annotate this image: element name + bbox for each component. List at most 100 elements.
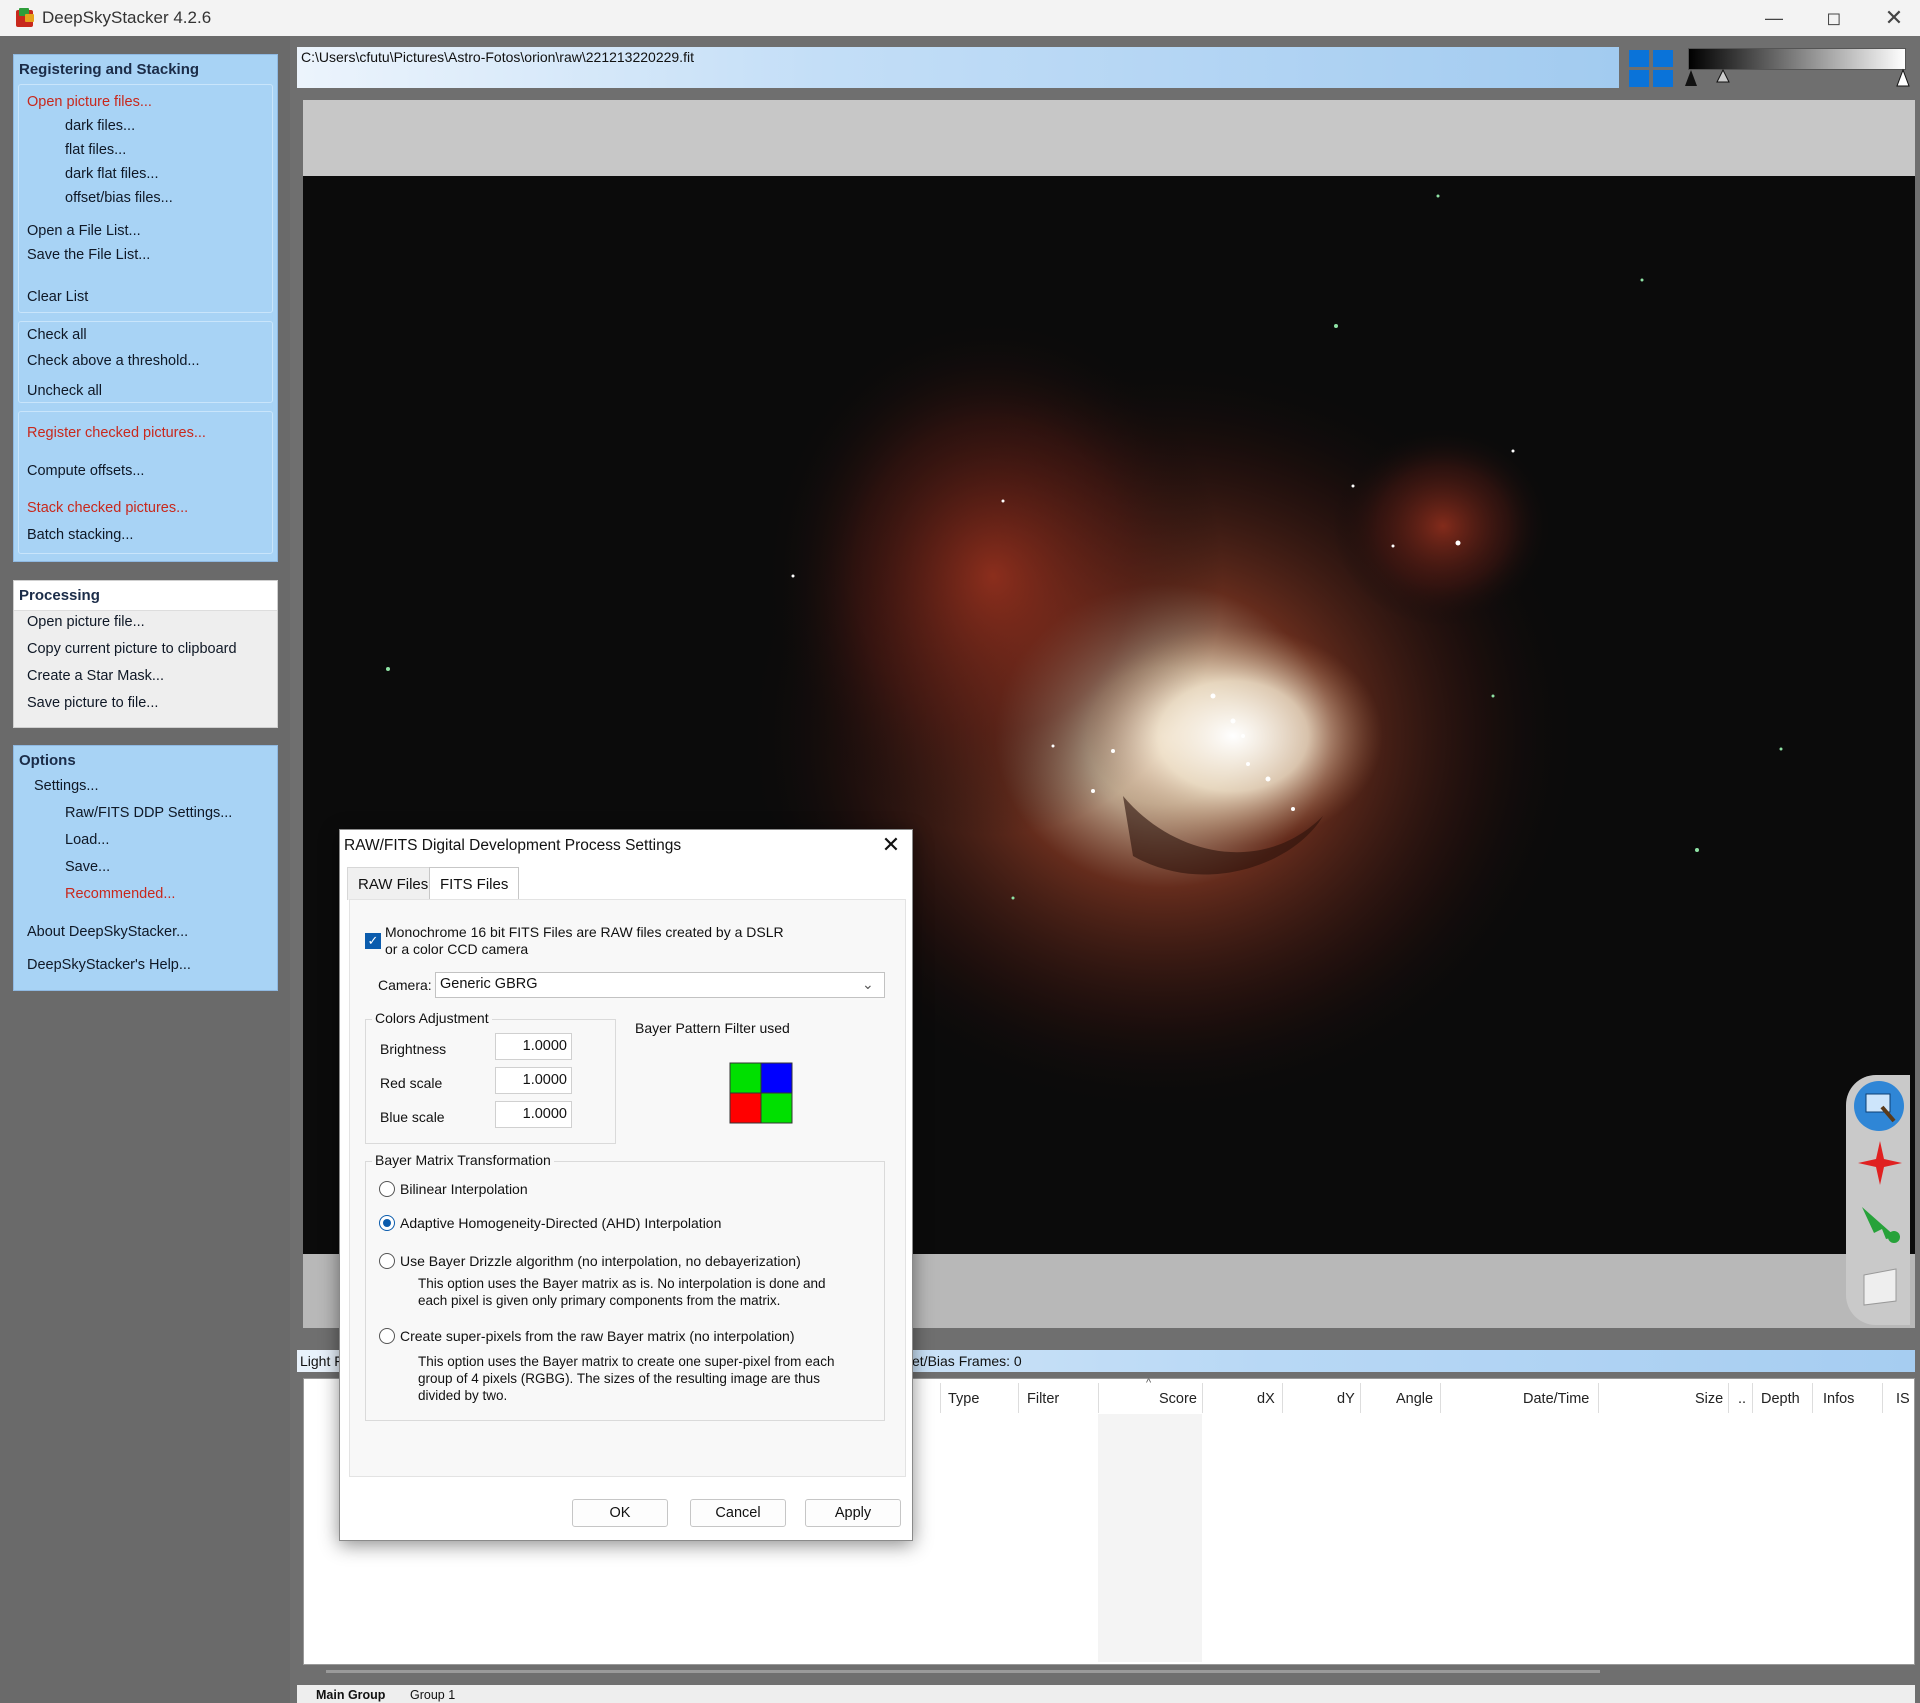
bilinear-radio[interactable] [379,1181,395,1197]
clear-list-link[interactable]: Clear List [27,289,88,305]
dark-flat-files-link[interactable]: dark flat files... [65,166,158,182]
save-link[interactable]: Save... [65,859,110,875]
column-divider [1202,1383,1203,1413]
drizzle-description-line2: each pixel is given only primary compone… [418,1293,781,1308]
flat-files-link[interactable]: flat files... [65,142,126,158]
column-header-infos[interactable]: Infos [1823,1391,1854,1407]
select-rectangle-icon[interactable] [1852,1079,1906,1133]
horizontal-scrollbar[interactable] [326,1670,1600,1673]
raw-fits-ddp-settings-link[interactable]: Raw/FITS DDP Settings... [65,805,232,821]
dialog-close-icon[interactable]: ✕ [876,830,906,860]
tab-group-1[interactable]: Group 1 [410,1688,455,1702]
save-picture-link[interactable]: Save picture to file... [27,695,158,711]
column-divider [1360,1383,1361,1413]
dialog-title: RAW/FITS Digital Development Process Set… [344,837,682,854]
canvas-top-margin [303,100,1915,176]
bayer-pattern-label: Bayer Pattern Filter used [635,1020,790,1036]
tab-main-group[interactable]: Main Group [316,1688,385,1702]
column-header-more[interactable]: .. [1738,1391,1746,1407]
column-header-datetime[interactable]: Date/Time [1523,1391,1589,1407]
group-tab-strip [297,1685,1915,1703]
processing-header: Processing [14,581,277,611]
red-scale-input[interactable]: 1.0000 [495,1067,572,1094]
open-picture-file-link[interactable]: Open picture file... [27,614,145,630]
column-divider [1752,1383,1753,1413]
column-header-size[interactable]: Size [1695,1391,1723,1407]
close-icon[interactable]: ✕ [1864,0,1920,36]
uncheck-all-link[interactable]: Uncheck all [27,383,102,399]
monochrome-label-line1: Monochrome 16 bit FITS Files are RAW fil… [385,924,784,940]
recommended-link[interactable]: Recommended... [65,886,175,902]
star-edit-icon[interactable] [1856,1139,1904,1187]
column-header-dx[interactable]: dX [1257,1391,1275,1407]
stack-checked-link[interactable]: Stack checked pictures... [27,500,188,516]
column-divider [1728,1383,1729,1413]
ok-button[interactable]: OK [572,1499,668,1527]
apply-button[interactable]: Apply [805,1499,901,1527]
superpixel-radio[interactable] [379,1328,395,1344]
bilinear-label: Bilinear Interpolation [400,1181,528,1197]
open-picture-files-link[interactable]: Open picture files... [27,94,152,110]
comet-icon[interactable] [1856,1199,1904,1247]
open-file-list-link[interactable]: Open a File List... [27,223,141,239]
gradient-slider-handles[interactable] [1682,68,1912,90]
column-divider [1440,1383,1441,1413]
processing-panel: Processing Open picture file... Copy cur… [13,580,278,728]
tab-raw-files[interactable]: RAW Files [347,867,440,900]
create-star-mask-link[interactable]: Create a Star Mask... [27,668,164,684]
colors-adjustment-legend: Colors Adjustment [372,1010,492,1026]
column-header-is[interactable]: IS [1896,1391,1910,1407]
monochrome-checkbox[interactable]: ✓ [365,933,381,949]
drizzle-description-line1: This option uses the Bayer matrix as is.… [418,1276,826,1291]
dark-files-link[interactable]: dark files... [65,118,135,134]
batch-stacking-link[interactable]: Batch stacking... [27,527,133,543]
drizzle-radio[interactable] [379,1253,395,1269]
four-corners-icon[interactable] [1628,49,1674,89]
chevron-down-icon: ⌄ [862,976,874,992]
offset-bias-count: et/Bias Frames: 0 [912,1353,1022,1369]
copy-to-clipboard-link[interactable]: Copy current picture to clipboard [27,641,237,657]
camera-label: Camera: [378,977,432,993]
register-checked-link[interactable]: Register checked pictures... [27,425,206,441]
bayer-pattern-grid [729,1062,793,1124]
column-divider [1018,1383,1019,1413]
check-all-link[interactable]: Check all [27,327,87,343]
camera-select[interactable]: Generic GBRG [435,972,885,998]
column-header-type[interactable]: Type [948,1391,979,1407]
options-header: Options [19,752,76,769]
sort-indicator-icon: ^ [1146,1377,1152,1389]
settings-link[interactable]: Settings... [34,778,98,794]
column-header-filter[interactable]: Filter [1027,1391,1059,1407]
column-header-angle[interactable]: Angle [1396,1391,1433,1407]
histogram-gradient-bar[interactable] [1688,48,1906,70]
brightness-input[interactable]: 1.0000 [495,1033,572,1060]
registering-header: Registering and Stacking [19,61,200,78]
load-link[interactable]: Load... [65,832,109,848]
column-header-dy[interactable]: dY [1337,1391,1355,1407]
column-header-score[interactable]: Score [1159,1391,1197,1407]
minimize-icon[interactable]: — [1744,0,1804,36]
save-file-list-link[interactable]: Save the File List... [27,247,150,263]
superpixel-description-line3: divided by two. [418,1388,508,1403]
compute-offsets-link[interactable]: Compute offsets... [27,463,144,479]
light-frames-label: Light F [300,1353,343,1369]
save-icon[interactable] [1858,1265,1902,1309]
tab-fits-files[interactable]: FITS Files [429,867,520,900]
offset-bias-files-link[interactable]: offset/bias files... [65,190,173,206]
blue-scale-label: Blue scale [380,1109,445,1125]
ahd-radio[interactable] [379,1215,395,1231]
maximize-icon[interactable]: ◻ [1804,0,1864,36]
file-path-text: C:\Users\cfutu\Pictures\Astro-Fotos\orio… [301,49,694,65]
about-link[interactable]: About DeepSkyStacker... [27,924,188,940]
red-scale-label: Red scale [380,1075,443,1091]
registering-stacking-panel: Registering and Stacking Open picture fi… [13,54,278,562]
check-above-threshold-link[interactable]: Check above a threshold... [27,353,200,369]
ahd-label: Adaptive Homogeneity-Directed (AHD) Inte… [400,1215,722,1231]
drizzle-label: Use Bayer Drizzle algorithm (no interpol… [400,1253,801,1269]
cancel-button[interactable]: Cancel [690,1499,786,1527]
column-divider [1098,1383,1099,1413]
help-link[interactable]: DeepSkyStacker's Help... [27,957,191,973]
column-divider [1598,1383,1599,1413]
blue-scale-input[interactable]: 1.0000 [495,1101,572,1128]
column-header-depth[interactable]: Depth [1761,1391,1800,1407]
